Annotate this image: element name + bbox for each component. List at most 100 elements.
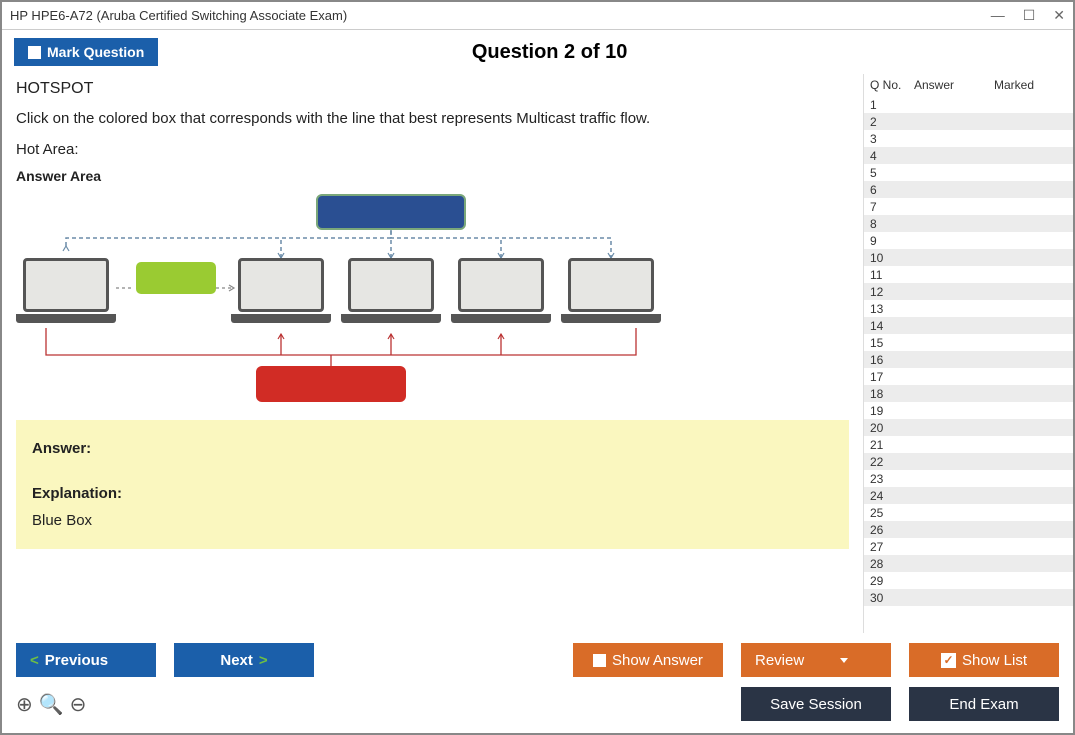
sidebar-row[interactable]: 1: [864, 96, 1073, 113]
close-icon[interactable]: ✕: [1053, 7, 1065, 24]
laptop-icon: [451, 258, 551, 328]
answer-panel: Answer: Explanation: Blue Box: [16, 420, 849, 549]
sidebar-row[interactable]: 30: [864, 589, 1073, 606]
question-list-sidebar[interactable]: Q No. Answer Marked 12345678910111213141…: [863, 74, 1073, 633]
row-qno: 23: [870, 472, 914, 486]
row-qno: 27: [870, 540, 914, 554]
show-answer-label: Show Answer: [612, 652, 703, 669]
zoom-out-icon[interactable]: ⊖: [70, 692, 87, 717]
question-content: HOTSPOT Click on the colored box that co…: [2, 74, 863, 633]
check-icon: ✓: [941, 653, 956, 668]
col-qno: Q No.: [870, 78, 914, 92]
sidebar-row[interactable]: 25: [864, 504, 1073, 521]
sidebar-row[interactable]: 12: [864, 283, 1073, 300]
sidebar-row[interactable]: 15: [864, 334, 1073, 351]
end-exam-button[interactable]: End Exam: [909, 687, 1059, 721]
save-session-label: Save Session: [770, 696, 862, 713]
sidebar-row[interactable]: 28: [864, 555, 1073, 572]
sidebar-row[interactable]: 11: [864, 266, 1073, 283]
sidebar-row[interactable]: 9: [864, 232, 1073, 249]
sidebar-row[interactable]: 27: [864, 538, 1073, 555]
button-row-1: < Previous Next > Show Answer Review ✓ S…: [16, 643, 1059, 677]
blue-box[interactable]: [316, 194, 466, 230]
row-qno: 20: [870, 421, 914, 435]
zoom-controls: ⊕ 🔍 ⊖: [16, 692, 86, 717]
row-qno: 15: [870, 336, 914, 350]
show-answer-button[interactable]: Show Answer: [573, 643, 723, 677]
row-qno: 13: [870, 302, 914, 316]
maximize-icon[interactable]: ☐: [1023, 7, 1036, 24]
hotspot-label: HOTSPOT: [16, 80, 849, 98]
sidebar-row[interactable]: 22: [864, 453, 1073, 470]
question-title: Question 2 of 10: [38, 41, 1061, 64]
row-qno: 28: [870, 557, 914, 571]
sidebar-row[interactable]: 7: [864, 198, 1073, 215]
sidebar-row[interactable]: 21: [864, 436, 1073, 453]
sidebar-row[interactable]: 4: [864, 147, 1073, 164]
row-qno: 24: [870, 489, 914, 503]
row-qno: 29: [870, 574, 914, 588]
row-qno: 2: [870, 115, 914, 129]
save-session-button[interactable]: Save Session: [741, 687, 891, 721]
answer-label: Answer:: [32, 440, 833, 457]
row-qno: 7: [870, 200, 914, 214]
zoom-reset-icon[interactable]: 🔍: [39, 692, 64, 717]
zoom-in-icon[interactable]: ⊕: [16, 692, 33, 717]
checkbox-icon: [593, 654, 606, 667]
sidebar-row[interactable]: 20: [864, 419, 1073, 436]
sidebar-row[interactable]: 24: [864, 487, 1073, 504]
row-qno: 16: [870, 353, 914, 367]
row-qno: 30: [870, 591, 914, 605]
sidebar-row[interactable]: 10: [864, 249, 1073, 266]
row-qno: 18: [870, 387, 914, 401]
button-row-2: ⊕ 🔍 ⊖ Save Session End Exam: [16, 687, 1059, 721]
next-button[interactable]: Next >: [174, 643, 314, 677]
diagram: [16, 190, 666, 410]
sidebar-row[interactable]: 3: [864, 130, 1073, 147]
sidebar-row[interactable]: 13: [864, 300, 1073, 317]
sidebar-row[interactable]: 5: [864, 164, 1073, 181]
sidebar-header: Q No. Answer Marked: [864, 74, 1073, 96]
row-qno: 19: [870, 404, 914, 418]
row-qno: 3: [870, 132, 914, 146]
app-window: HP HPE6-A72 (Aruba Certified Switching A…: [0, 0, 1075, 735]
laptop-icon: [231, 258, 331, 328]
hot-area-label: Hot Area:: [16, 141, 849, 158]
green-box[interactable]: [136, 262, 216, 294]
show-list-button[interactable]: ✓ Show List: [909, 643, 1059, 677]
chevron-right-icon: >: [259, 652, 268, 669]
red-box[interactable]: [256, 366, 406, 402]
row-qno: 10: [870, 251, 914, 265]
sidebar-row[interactable]: 29: [864, 572, 1073, 589]
sidebar-row[interactable]: 6: [864, 181, 1073, 198]
previous-button[interactable]: < Previous: [16, 643, 156, 677]
instruction-text: Click on the colored box that correspond…: [16, 110, 849, 127]
row-qno: 14: [870, 319, 914, 333]
footer: < Previous Next > Show Answer Review ✓ S…: [2, 633, 1073, 733]
sidebar-row[interactable]: 14: [864, 317, 1073, 334]
sidebar-row[interactable]: 8: [864, 215, 1073, 232]
minimize-icon[interactable]: —: [991, 7, 1005, 24]
show-list-label: Show List: [962, 652, 1027, 669]
row-qno: 12: [870, 285, 914, 299]
main-area: HOTSPOT Click on the colored box that co…: [2, 74, 1073, 633]
end-exam-label: End Exam: [949, 696, 1018, 713]
window-controls: — ☐ ✕: [991, 7, 1065, 24]
row-qno: 9: [870, 234, 914, 248]
sidebar-row[interactable]: 17: [864, 368, 1073, 385]
sidebar-row[interactable]: 19: [864, 402, 1073, 419]
sidebar-row[interactable]: 23: [864, 470, 1073, 487]
review-button[interactable]: Review: [741, 643, 891, 677]
review-label: Review: [755, 652, 804, 669]
sidebar-row[interactable]: 16: [864, 351, 1073, 368]
row-qno: 6: [870, 183, 914, 197]
row-qno: 26: [870, 523, 914, 537]
sidebar-row[interactable]: 26: [864, 521, 1073, 538]
row-qno: 1: [870, 98, 914, 112]
sidebar-row[interactable]: 2: [864, 113, 1073, 130]
sidebar-row[interactable]: 18: [864, 385, 1073, 402]
row-qno: 21: [870, 438, 914, 452]
window-title: HP HPE6-A72 (Aruba Certified Switching A…: [10, 8, 347, 23]
col-answer: Answer: [914, 78, 994, 92]
next-label: Next: [220, 652, 253, 669]
